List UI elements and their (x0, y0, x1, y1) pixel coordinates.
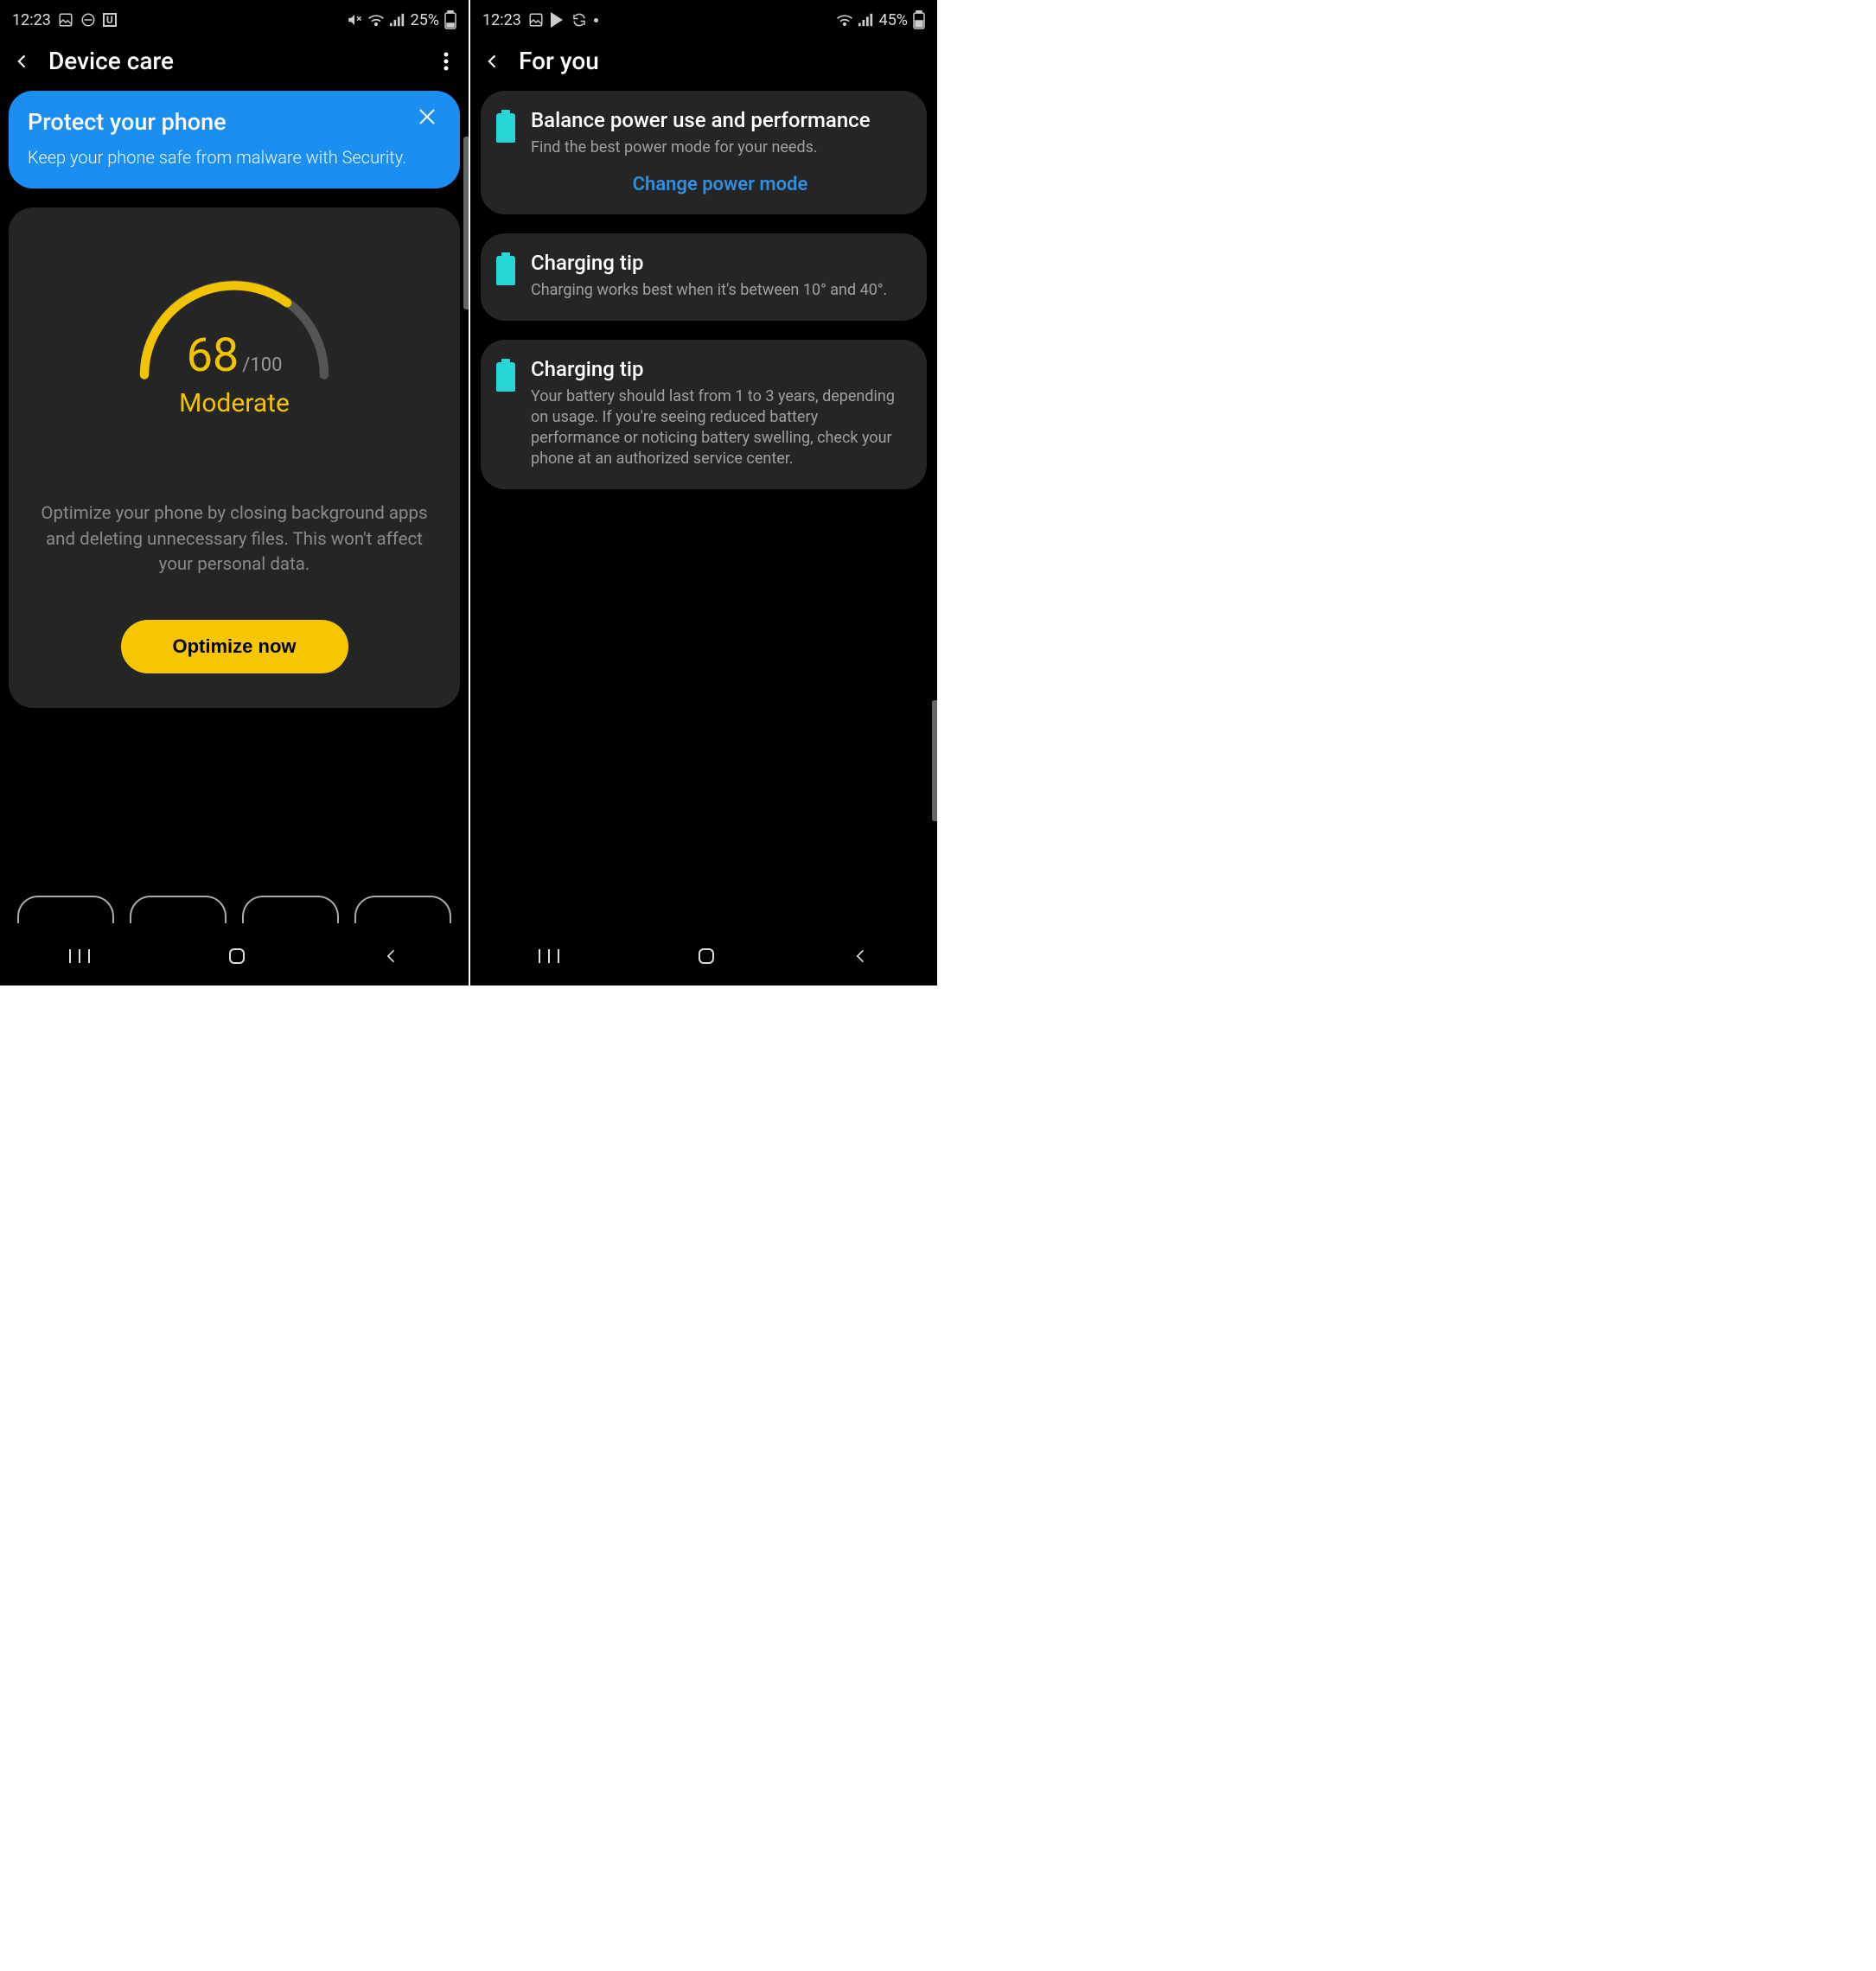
tip-title: Charging tip (531, 251, 909, 275)
play-icon (551, 12, 565, 28)
sync-icon (571, 12, 587, 28)
nav-back-button[interactable] (383, 947, 400, 965)
score-value: 68 (187, 328, 239, 383)
wifi-icon (836, 13, 853, 27)
more-button[interactable] (436, 51, 456, 72)
protect-title: Protect your phone (28, 108, 441, 136)
change-power-mode-link[interactable]: Change power mode (531, 174, 909, 195)
status-battery-pct: 25% (411, 11, 439, 29)
status-time: 12:23 (12, 11, 51, 29)
signal-icon (858, 13, 874, 27)
recents-button[interactable] (68, 947, 91, 965)
score-card: 68 /100 Moderate Optimize your phone by … (9, 207, 460, 708)
tip-desc: Find the best power mode for your needs. (531, 137, 909, 158)
tab-storage[interactable] (130, 896, 227, 923)
dnd-icon (80, 12, 96, 28)
score-description: Optimize your phone by closing backgroun… (29, 501, 439, 578)
bottom-tabs (0, 896, 469, 923)
battery-tip-icon (496, 362, 515, 392)
app-header: For you (470, 36, 937, 91)
optimize-button[interactable]: Optimize now (121, 620, 348, 673)
screen-device-care: 12:23 U 25% Device care Protect your pho… (0, 0, 469, 986)
protect-body: Keep your phone safe from malware with S… (28, 146, 441, 169)
status-battery-pct: 45% (879, 11, 908, 29)
scrollbar[interactable] (932, 700, 937, 821)
tip-title: Balance power use and performance (531, 108, 909, 132)
status-time: 12:23 (482, 11, 521, 29)
image-icon (58, 12, 73, 28)
battery-icon (913, 10, 925, 29)
battery-tip-icon (496, 256, 515, 285)
protect-card[interactable]: Protect your phone Keep your phone safe … (9, 91, 460, 188)
tip-card-battery-life[interactable]: Charging tip Your battery should last fr… (481, 340, 927, 489)
u-icon: U (103, 13, 117, 27)
score-max: /100 (242, 354, 282, 376)
nav-bar (470, 927, 937, 986)
status-bar: 12:23 45% (470, 0, 937, 36)
tab-memory[interactable] (242, 896, 339, 923)
nav-back-button[interactable] (852, 947, 870, 965)
recents-button[interactable] (538, 947, 560, 965)
mute-icon (347, 12, 362, 28)
dot-icon (594, 18, 598, 22)
back-button[interactable] (12, 51, 33, 72)
close-icon[interactable] (417, 106, 441, 131)
tip-desc: Your battery should last from 1 to 3 yea… (531, 386, 909, 470)
tab-security[interactable] (354, 896, 451, 923)
home-button[interactable] (696, 946, 717, 966)
screen-for-you: 12:23 45% For you Balance power use and … (469, 0, 937, 986)
page-title: For you (519, 47, 925, 75)
tip-desc: Charging works best when it's between 10… (531, 280, 909, 301)
score-label: Moderate (29, 388, 439, 418)
tip-title: Charging tip (531, 357, 909, 381)
image-icon (528, 12, 544, 28)
tip-card-charging-temp[interactable]: Charging tip Charging works best when it… (481, 233, 927, 320)
page-title: Device care (48, 47, 420, 75)
battery-tip-icon (496, 113, 515, 143)
battery-icon (444, 10, 456, 29)
signal-icon (390, 13, 405, 27)
back-button[interactable] (482, 51, 503, 72)
status-bar: 12:23 U 25% (0, 0, 469, 36)
home-button[interactable] (227, 946, 247, 966)
tab-battery[interactable] (17, 896, 114, 923)
app-header: Device care (0, 36, 469, 91)
tip-card-power-mode[interactable]: Balance power use and performance Find t… (481, 91, 927, 214)
wifi-icon (367, 13, 385, 27)
nav-bar (0, 927, 469, 986)
